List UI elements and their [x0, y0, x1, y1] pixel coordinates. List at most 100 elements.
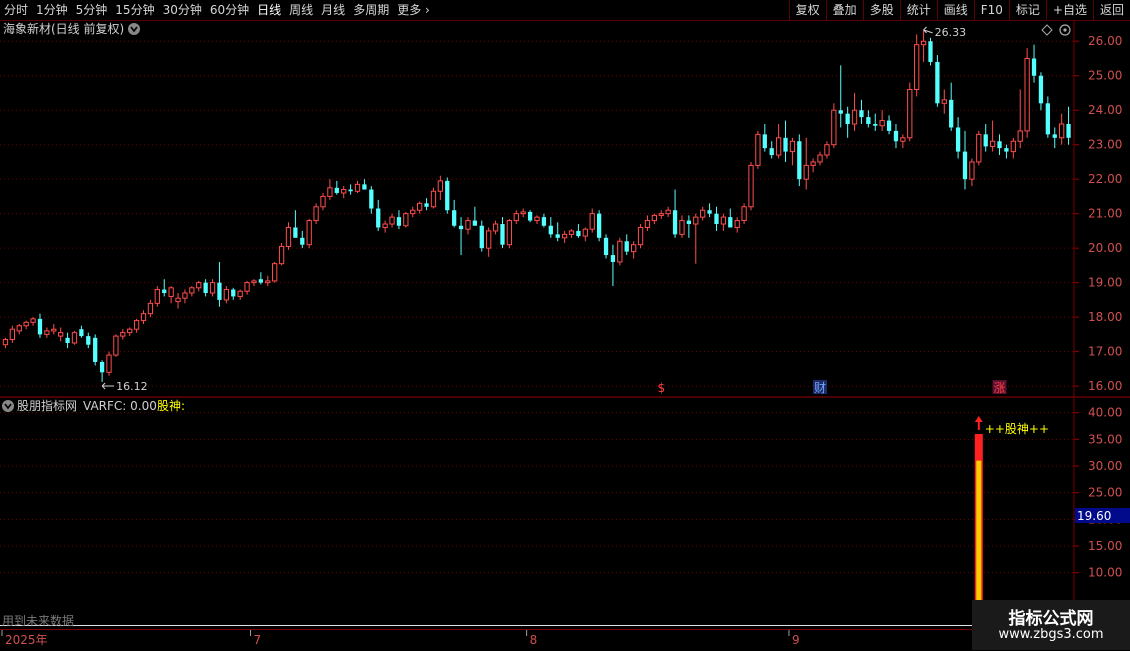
candle-body	[775, 137, 782, 156]
candle	[209, 279, 216, 297]
candle-body	[162, 289, 167, 293]
candle	[430, 187, 437, 209]
period-toolbar: 分时 1分钟 5分钟 15分钟 30分钟 60分钟 日线 周线 月线 多周期 更多 › 复权 叠加 多股…	[0, 0, 1130, 21]
candle	[644, 215, 651, 231]
action-button-6[interactable]: 标记	[1008, 0, 1046, 20]
settings-icon[interactable]	[1059, 24, 1071, 36]
candle-body	[534, 216, 540, 222]
candle-body	[873, 124, 878, 126]
candle	[679, 215, 685, 238]
candle-body	[928, 41, 933, 62]
candle	[196, 280, 202, 292]
event-marker-0[interactable]: $	[657, 381, 665, 395]
action-button-4[interactable]: 画线	[936, 0, 974, 20]
candle	[106, 351, 112, 376]
candle-body	[610, 255, 616, 262]
period-tab-6[interactable]: 日线	[253, 0, 285, 20]
candle	[1045, 96, 1050, 138]
candle-body	[859, 110, 864, 118]
candle-body	[797, 141, 802, 180]
action-button-2[interactable]: 多股	[862, 0, 900, 20]
candle	[1031, 44, 1037, 83]
title-dropdown-icon[interactable]	[128, 23, 140, 35]
period-tab-3[interactable]: 15分钟	[111, 0, 158, 20]
action-button-7[interactable]: +自选	[1045, 0, 1093, 20]
event-markers: $ 财 涨	[657, 380, 1007, 395]
candle	[775, 124, 782, 159]
candle-body	[217, 282, 222, 300]
period-tab-5[interactable]: 60分钟	[206, 0, 253, 20]
candle	[162, 279, 167, 297]
period-tab-4[interactable]: 30分钟	[159, 0, 206, 20]
event-marker-label: $	[657, 381, 665, 395]
action-button-0[interactable]: 复权	[788, 0, 826, 20]
event-marker-2[interactable]: 涨	[992, 380, 1007, 395]
candle-body	[1017, 130, 1023, 142]
candle	[71, 330, 78, 345]
candle-body	[1052, 134, 1057, 138]
diamond-icon[interactable]	[1041, 24, 1053, 36]
candle-body	[845, 113, 850, 125]
candlestick-chart[interactable]: 16.00 17.00 18.00 19.00 20.00 21.00 22.00 23.00…	[0, 21, 1130, 397]
price-tick-label: 17.00	[1088, 345, 1122, 359]
candle-body	[306, 220, 312, 246]
indicator-tick-label: 10.00	[1088, 566, 1122, 580]
candle	[624, 234, 629, 256]
candle-body	[914, 44, 920, 91]
candle-body	[472, 220, 478, 226]
candle	[492, 220, 499, 235]
candle-body	[520, 211, 526, 215]
candle	[568, 229, 575, 238]
candle	[1004, 144, 1009, 159]
candle	[700, 206, 706, 221]
candle-body	[879, 120, 885, 127]
candle	[472, 206, 478, 226]
candle	[127, 327, 133, 337]
candle-body	[783, 137, 788, 152]
date-label: 7	[254, 633, 262, 647]
candle-body	[71, 332, 78, 344]
candle-body	[1045, 103, 1050, 135]
candle	[810, 158, 816, 173]
candle-body	[203, 282, 208, 293]
action-button-3[interactable]: 统计	[899, 0, 937, 20]
candle-body	[949, 99, 954, 128]
indicator-dropdown-icon[interactable]	[2, 400, 14, 412]
period-tabs: 分时 1分钟 5分钟 15分钟 30分钟 60分钟 日线 周线 月线 多周期 更多 ›	[0, 0, 434, 20]
candle-body	[976, 133, 982, 163]
candle-body	[810, 161, 816, 166]
period-tab-7[interactable]: 周线	[285, 0, 317, 20]
event-marker-1[interactable]: 财	[813, 380, 828, 395]
candle	[762, 124, 767, 152]
more-periods-button[interactable]: 更多 ›	[393, 0, 434, 20]
candle	[520, 208, 526, 218]
indicator-grid	[0, 412, 1074, 574]
candle	[403, 211, 409, 228]
candle-body	[969, 161, 975, 180]
more-label: 更多	[397, 3, 422, 17]
period-tab-9[interactable]: 多周期	[349, 0, 393, 20]
candle	[513, 210, 519, 225]
candle-body	[272, 263, 278, 282]
period-tab-1[interactable]: 1分钟	[32, 0, 72, 20]
action-button-8[interactable]: 返回	[1092, 0, 1130, 20]
action-button-1[interactable]: 叠加	[825, 0, 863, 20]
indicator-name: 股朋指标网	[17, 398, 77, 413]
period-tab-8[interactable]: 月线	[317, 0, 349, 20]
candle-body	[430, 190, 437, 208]
site-watermark: 指标公式网 www.zbgs3.com	[972, 600, 1130, 650]
candle-body	[631, 244, 637, 253]
candle-body	[133, 320, 140, 330]
candle	[362, 179, 367, 190]
candle	[244, 280, 250, 295]
period-tab-2[interactable]: 5分钟	[72, 0, 112, 20]
period-tab-0[interactable]: 分时	[0, 0, 32, 20]
candle	[437, 175, 443, 200]
indicator-chart[interactable]: 10.0015.0020.0025.0030.0035.0040.00 股朋指标…	[0, 398, 1130, 628]
candle-body	[23, 321, 29, 327]
candle-body	[127, 328, 133, 334]
candle	[589, 208, 595, 233]
candle-body	[997, 141, 1002, 149]
action-button-5[interactable]: F10	[973, 0, 1009, 20]
candle	[2, 337, 9, 349]
